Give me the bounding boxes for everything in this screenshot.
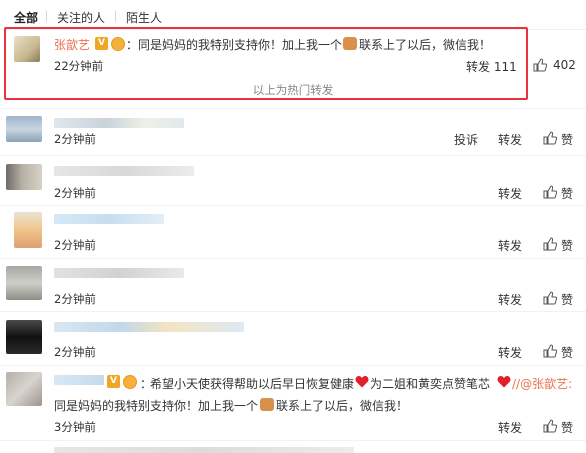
forward-button[interactable]: 转发 xyxy=(498,237,522,254)
featured-repost-text-cont: 联系上了以后，微信我！ xyxy=(359,38,492,52)
featured-repost-text: ：同是妈妈的我特别支持你！加上我一个 xyxy=(126,38,343,52)
verified-v-icon: V xyxy=(95,37,108,50)
thumbs-up-icon[interactable] xyxy=(543,419,557,433)
forward-button[interactable]: 转发 xyxy=(498,419,522,436)
tab-all[interactable]: 全部 xyxy=(14,9,38,26)
repost-time: 22分钟前 xyxy=(54,59,104,73)
like-button[interactable]: 赞 xyxy=(561,237,573,254)
row-divider xyxy=(0,365,586,366)
avatar[interactable] xyxy=(6,116,42,142)
repost-text-cont: 为二姐和黄奕点赞笔芯 xyxy=(370,377,491,391)
avatar[interactable] xyxy=(6,266,42,300)
forward-count-button[interactable]: 转发 111 xyxy=(466,58,517,75)
like-button[interactable]: 赞 xyxy=(561,344,573,361)
avatar[interactable] xyxy=(14,212,42,248)
blurred-username xyxy=(54,268,184,278)
avatar[interactable] xyxy=(6,320,42,354)
repost-time: 3分钟前 xyxy=(54,420,96,434)
tab-strangers[interactable]: 陌生人 xyxy=(126,9,162,26)
hot-reposts-note: 以上为热门转发 xyxy=(252,83,334,97)
user-name-link[interactable]: 张歆艺 xyxy=(54,36,90,53)
avatar[interactable] xyxy=(14,36,40,62)
thumbs-up-icon[interactable] xyxy=(543,344,557,358)
blurred-next-row xyxy=(54,447,354,453)
row-divider xyxy=(0,311,586,312)
gift-emoji-icon xyxy=(260,398,274,411)
thumbs-up-icon[interactable] xyxy=(543,237,557,251)
blurred-username xyxy=(54,166,194,176)
comment-filter-tabs: 全部 关注的人 陌生人 xyxy=(0,0,586,30)
like-button[interactable]: 赞 xyxy=(561,291,573,308)
avatar[interactable] xyxy=(6,164,42,190)
blurred-username xyxy=(54,118,184,128)
row-divider xyxy=(0,258,586,259)
row-divider xyxy=(0,440,586,441)
avatar[interactable] xyxy=(6,372,42,406)
verified-v-icon: V xyxy=(107,375,120,388)
repost-text: 希望小天使获得帮助以后早日恢复健康 xyxy=(150,377,355,391)
repost-time: 2分钟前 xyxy=(54,292,96,306)
blurred-username xyxy=(54,375,104,385)
like-button[interactable]: 赞 xyxy=(561,185,573,202)
thumbs-up-icon[interactable] xyxy=(543,291,557,305)
repost-time: 2分钟前 xyxy=(54,345,96,359)
repost-text-line2: 同是妈妈的我特别支持你！加上我一个 xyxy=(54,399,259,413)
forward-button[interactable]: 转发 xyxy=(498,131,522,148)
gift-emoji-icon xyxy=(343,37,357,50)
repost-time: 2分钟前 xyxy=(54,132,96,146)
forward-button[interactable]: 转发 xyxy=(498,185,522,202)
forward-button[interactable]: 转发 xyxy=(498,291,522,308)
blurred-username xyxy=(54,214,164,224)
like-button[interactable]: 赞 xyxy=(561,419,573,436)
thumbs-up-icon[interactable] xyxy=(533,58,547,72)
like-count[interactable]: 402 xyxy=(553,58,576,72)
repost-time: 2分钟前 xyxy=(54,186,96,200)
forward-button[interactable]: 转发 xyxy=(498,344,522,361)
tab-divider xyxy=(115,11,116,22)
row-divider xyxy=(0,205,586,206)
hug-emoji-icon xyxy=(111,37,125,51)
report-button[interactable]: 投诉 xyxy=(454,131,478,148)
repost-text-line2-cont: 联系上了以后，微信我！ xyxy=(276,399,409,413)
tab-divider xyxy=(46,11,47,22)
row-divider xyxy=(0,108,586,109)
thumbs-up-icon[interactable] xyxy=(543,131,557,145)
like-button[interactable]: 赞 xyxy=(561,131,573,148)
heart-icon xyxy=(355,376,369,388)
tab-following[interactable]: 关注的人 xyxy=(57,9,105,26)
blurred-username xyxy=(54,322,244,332)
thumbs-up-icon[interactable] xyxy=(543,185,557,199)
hug-emoji-icon xyxy=(123,375,137,389)
mention-link[interactable]: //@张歆艺: xyxy=(512,375,572,392)
row-divider xyxy=(0,155,586,156)
repost-time: 2分钟前 xyxy=(54,238,96,252)
heart-icon xyxy=(497,376,511,388)
